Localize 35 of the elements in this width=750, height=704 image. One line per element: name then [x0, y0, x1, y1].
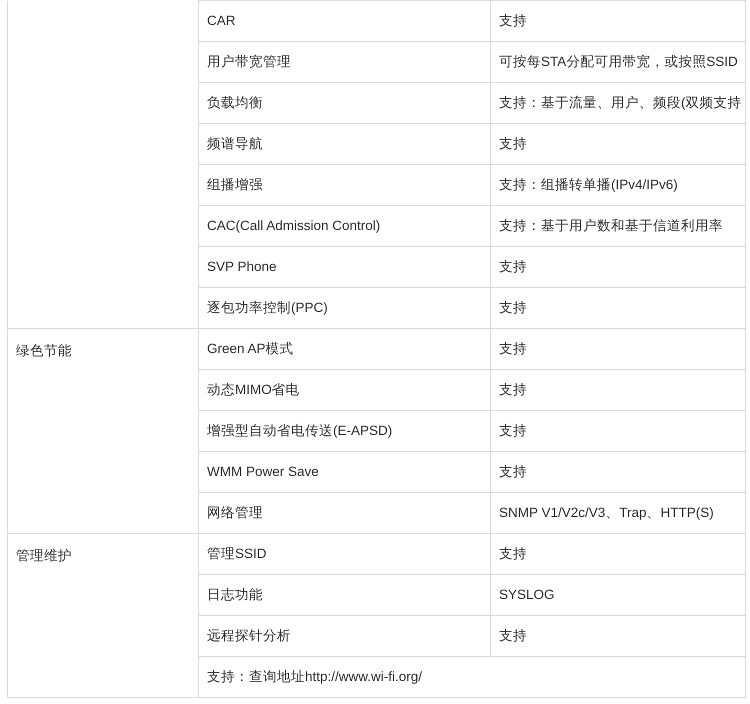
table-cell: 支持	[499, 464, 527, 479]
feature-label: Green AP模式	[207, 340, 294, 356]
feature-label: 增强型自动省电传送(E-APSD)	[207, 422, 392, 438]
feature-label: 负载均衡	[207, 94, 263, 110]
table-cell: 支持：基于用户数和基于信道利用率	[499, 218, 723, 233]
table-cell: 支持	[499, 340, 527, 356]
table-cell: 支持	[499, 258, 527, 274]
table-cell: 支持	[499, 300, 527, 315]
table-cell: 支持：查询地址http://www.wi-fi.org/	[207, 668, 422, 684]
table-cell: 支持	[499, 382, 527, 397]
feature-label: 频谱导航	[207, 136, 263, 151]
table-cell: 支持	[499, 628, 527, 643]
table-cell: 支持	[499, 546, 527, 561]
feature-label: SVP Phone	[207, 258, 277, 274]
feature-label: 远程探针分析	[207, 628, 291, 643]
table-cell: 可按每STA分配可用带宽，或按照SSID	[499, 54, 738, 69]
category-label: 管理维护	[16, 548, 72, 563]
table-cell: 支持：组播转单播(IPv4/IPv6)	[499, 176, 678, 192]
feature-label: 用户带宽管理	[207, 54, 291, 69]
table-cell: SNMP V1/V2c/V3、Trap、HTTP(S)	[499, 504, 714, 520]
feature-label: 逐包功率控制(PPC)	[207, 300, 328, 315]
feature-label: 组播增强	[207, 176, 263, 192]
table-cell: 支持	[499, 12, 527, 28]
feature-label: 动态MIMO省电	[207, 382, 300, 397]
feature-label: CAR	[207, 12, 236, 28]
table-cell: SYSLOG	[499, 586, 555, 602]
feature-label: 日志功能	[207, 586, 263, 602]
feature-label: 管理SSID	[207, 546, 267, 561]
feature-label: WMM Power Save	[207, 464, 319, 479]
category-label: 绿色节能	[16, 343, 72, 358]
table-cell: 支持	[499, 422, 527, 438]
feature-label: 网络管理	[207, 504, 263, 520]
table-cell: 支持	[499, 136, 527, 151]
table-cell: 支持：基于流量、用户、频段(双频支持	[499, 94, 742, 110]
feature-label: CAC(Call Admission Control)	[207, 218, 380, 233]
